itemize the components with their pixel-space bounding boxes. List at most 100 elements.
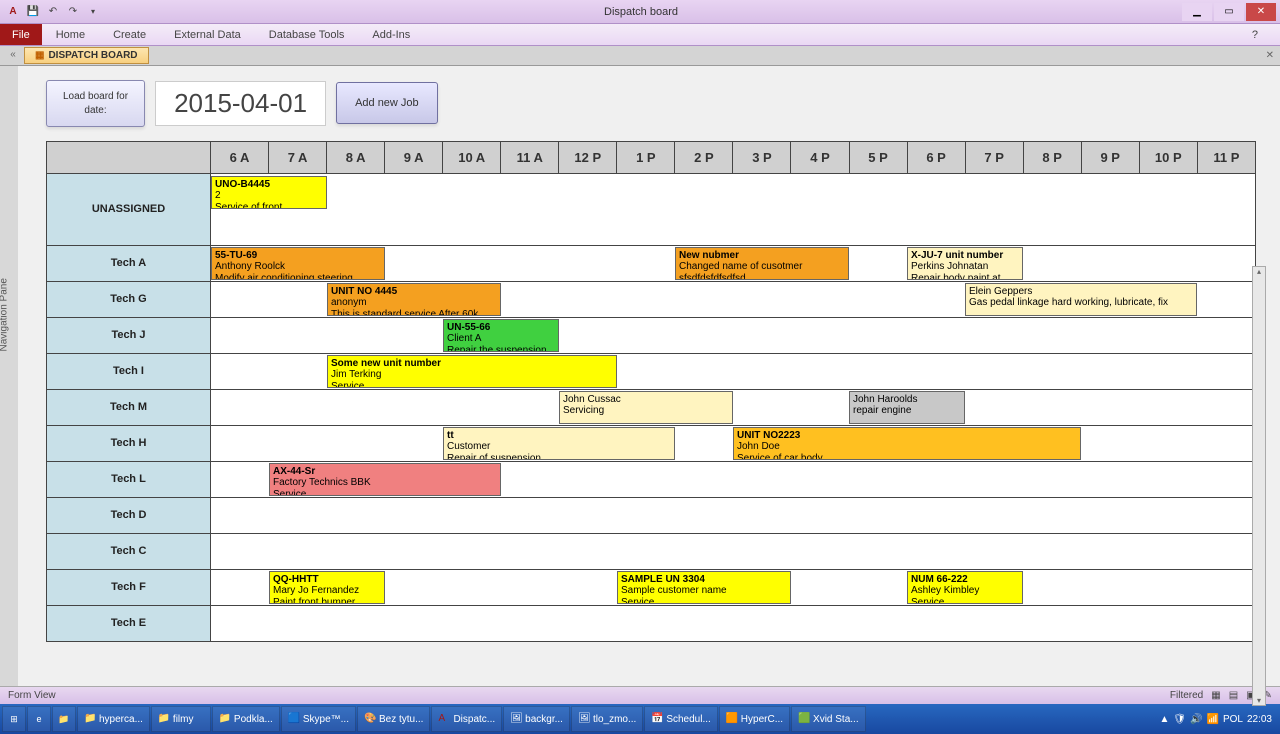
windows-taskbar: ⊞ e 📁 📁hyperca... 📁filmy 📁Podkla... 🟦Sky… <box>0 704 1280 734</box>
corner-cell <box>47 141 211 173</box>
tray-time[interactable]: 22:03 <box>1247 714 1272 725</box>
time-header-row: 6 A 7 A 8 A 9 A 10 A 11 A 12 P 1 P 2 P 3… <box>47 141 1256 173</box>
job-card[interactable]: UN-55-66Client ARepair the suspension <box>443 319 559 352</box>
view-datasheet-icon[interactable]: ▤ <box>1229 690 1238 701</box>
hour-11p: 11 P <box>1197 141 1255 173</box>
row-label: Tech F <box>47 569 211 605</box>
view-form-icon[interactable]: ▦ <box>1211 690 1220 701</box>
job-card[interactable]: John CussacServicing <box>559 391 733 424</box>
status-left: Form View <box>8 690 56 701</box>
file-tab[interactable]: File <box>0 24 42 45</box>
tray-icon[interactable]: ▲ <box>1159 714 1169 725</box>
row-label: Tech G <box>47 281 211 317</box>
row-tech-a: Tech A 55-TU-69Anthony RoolckModify air … <box>47 245 1256 281</box>
close-button[interactable]: ✕ <box>1246 3 1276 21</box>
row-label: Tech H <box>47 425 211 461</box>
ribbon-tab-create[interactable]: Create <box>99 25 160 45</box>
job-card[interactable]: NUM 66-222Ashley KimbleyService <box>907 571 1023 604</box>
job-card[interactable]: AX-44-SrFactory Technics BBKService <box>269 463 501 496</box>
add-job-button[interactable]: Add new Job <box>336 82 438 124</box>
dispatch-grid: ↖ 6 A 7 A 8 A 9 A 10 A 11 A 12 P 1 P 2 P… <box>46 141 1252 642</box>
taskbar-item[interactable]: 🟧HyperC... <box>719 706 790 732</box>
row-tech-g: Tech G UNIT NO 4445anonymThis is standar… <box>47 281 1256 317</box>
tray-icon[interactable]: 📶 <box>1207 714 1219 725</box>
row-tech-c: Tech C <box>47 533 1256 569</box>
taskbar-item[interactable]: 📁Podkla... <box>212 706 280 732</box>
row-unassigned: UNASSIGNED UNO-B4445 2 Service of front <box>47 173 1256 245</box>
taskbar-item[interactable]: 🎨Bez tytu... <box>357 706 430 732</box>
qat-dropdown-icon[interactable]: ▾ <box>84 3 102 21</box>
hour-3p: 3 P <box>733 141 791 173</box>
undo-icon[interactable]: ↶ <box>44 3 62 21</box>
job-card[interactable]: UNIT NO2223John DoeService of car body <box>733 427 1081 460</box>
taskbar-explorer-icon[interactable]: 📁 <box>52 706 76 732</box>
job-card[interactable]: Some new unit numberJim TerkingService <box>327 355 617 388</box>
taskbar-item[interactable]: 📁hyperca... <box>77 706 150 732</box>
row-label: Tech I <box>47 353 211 389</box>
row-label-unassigned: UNASSIGNED <box>47 173 211 245</box>
hour-5p: 5 P <box>849 141 907 173</box>
date-input[interactable]: 2015-04-01 <box>155 81 326 126</box>
document-tab[interactable]: ▦ DISPATCH BOARD <box>24 47 149 64</box>
form-body: Navigation Pane Load board for date: 201… <box>0 66 1280 686</box>
minimize-button[interactable]: ▁ <box>1182 3 1212 21</box>
save-icon[interactable]: 💾 <box>24 3 42 21</box>
start-button[interactable]: ⊞ <box>2 706 26 732</box>
window-controls: ▁ ▭ ✕ <box>1180 3 1276 21</box>
row-tech-j: Tech J UN-55-66Client ARepair the suspen… <box>47 317 1256 353</box>
taskbar-item[interactable]: ADispatc... <box>431 706 502 732</box>
job-card[interactable]: New nubmerChanged name of cusotmersfsdfd… <box>675 247 849 280</box>
collapse-navpane-icon[interactable]: « <box>6 49 20 60</box>
system-tray[interactable]: ▲ 🛡 🔊 📶 POL 22:03 <box>1159 714 1278 725</box>
job-card[interactable]: UNO-B4445 2 Service of front <box>211 176 327 209</box>
job-card[interactable]: ttCustomerRepair of suspension <box>443 427 675 460</box>
hour-12p: 12 P <box>559 141 617 173</box>
form-icon: ▦ <box>35 50 44 61</box>
ribbon-tab-external[interactable]: External Data <box>160 25 255 45</box>
hour-6p: 6 P <box>907 141 965 173</box>
taskbar-item[interactable]: 🟩Xvid Sta... <box>791 706 866 732</box>
job-card[interactable]: QQ-HHTTMary Jo FernandezPaint front bump… <box>269 571 385 604</box>
row-label: Tech J <box>47 317 211 353</box>
taskbar-ie-icon[interactable]: e <box>27 706 51 732</box>
hour-8a: 8 A <box>327 141 385 173</box>
taskbar-item[interactable]: 📅Schedul... <box>644 706 717 732</box>
job-card[interactable]: X-JU-7 unit numberPerkins JohnatanRepair… <box>907 247 1023 280</box>
status-filtered: Filtered <box>1170 690 1203 701</box>
navigation-pane-label[interactable]: Navigation Pane <box>0 278 10 351</box>
tray-icon[interactable]: 🔊 <box>1190 714 1202 725</box>
row-tech-l: Tech L AX-44-SrFactory Technics BBKServi… <box>47 461 1256 497</box>
ribbon-tab-home[interactable]: Home <box>42 25 99 45</box>
ribbon-tab-dbtools[interactable]: Database Tools <box>255 25 359 45</box>
job-card[interactable]: UNIT NO 4445anonymThis is standard servi… <box>327 283 501 316</box>
taskbar-item[interactable]: 📁filmy <box>151 706 211 732</box>
ribbon-tab-addins[interactable]: Add-Ins <box>358 25 424 45</box>
redo-icon[interactable]: ↷ <box>64 3 82 21</box>
row-tech-h: Tech H ttCustomerRepair of suspension UN… <box>47 425 1256 461</box>
ribbon-tabs: File Home Create External Data Database … <box>0 24 1280 46</box>
job-card[interactable]: SAMPLE UN 3304Sample customer nameServic… <box>617 571 791 604</box>
tray-lang[interactable]: POL <box>1223 714 1243 725</box>
hour-1p: 1 P <box>617 141 675 173</box>
load-board-button[interactable]: Load board for date: <box>46 80 145 127</box>
vertical-scrollbar[interactable] <box>1252 266 1266 706</box>
taskbar-item[interactable]: 🖼tlo_zmo... <box>571 706 643 732</box>
help-icon[interactable]: ? <box>1238 25 1272 45</box>
row-tech-d: Tech D <box>47 497 1256 533</box>
row-tech-f: Tech F QQ-HHTTMary Jo FernandezPaint fro… <box>47 569 1256 605</box>
maximize-button[interactable]: ▭ <box>1214 3 1244 21</box>
job-card[interactable]: John Harooldsrepair engine <box>849 391 965 424</box>
row-label: Tech E <box>47 605 211 641</box>
hour-10p: 10 P <box>1139 141 1197 173</box>
close-tab-icon[interactable]: ✕ <box>1266 50 1280 61</box>
access-icon: A <box>4 3 22 21</box>
taskbar-item[interactable]: 🖼backgr... <box>503 706 570 732</box>
job-card[interactable]: 55-TU-69Anthony RoolckModify air conditi… <box>211 247 385 280</box>
row-label: Tech A <box>47 245 211 281</box>
document-tab-label: DISPATCH BOARD <box>48 50 137 61</box>
job-card[interactable]: Elein GeppersGas pedal linkage hard work… <box>965 283 1197 316</box>
hour-4p: 4 P <box>791 141 849 173</box>
taskbar-item[interactable]: 🟦Skype™... <box>281 706 356 732</box>
row-tech-m: Tech M John CussacServicing John Haroold… <box>47 389 1256 425</box>
tray-icon[interactable]: 🛡 <box>1173 714 1186 725</box>
